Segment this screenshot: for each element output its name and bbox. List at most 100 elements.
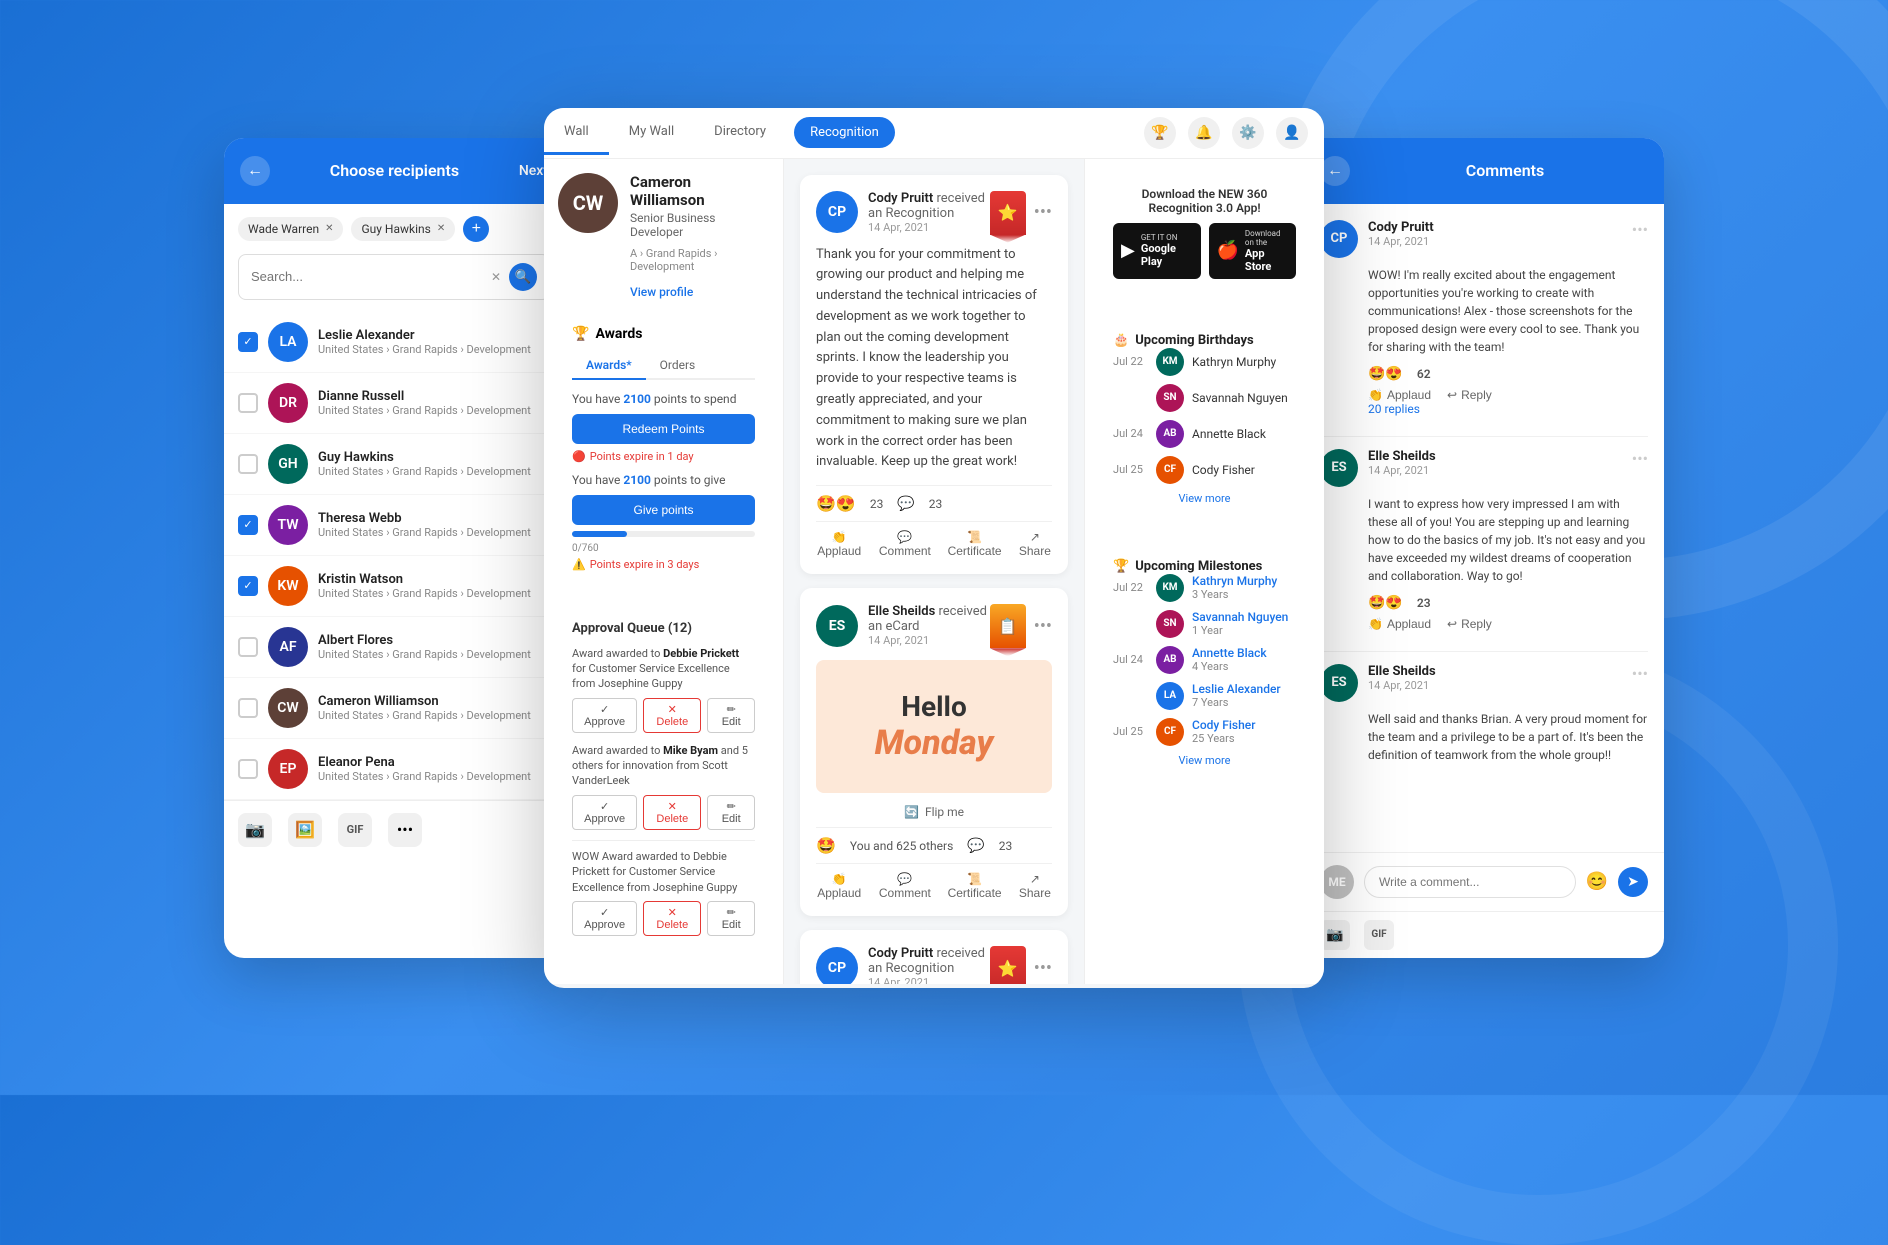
person-checkbox[interactable]: [238, 637, 258, 657]
right-sidebar-col: Download the NEW 360 Recognition 3.0 App…: [1084, 159, 1324, 984]
redeem-points-button[interactable]: Redeem Points: [572, 414, 755, 444]
edit-button-3[interactable]: ✏ Edit: [707, 901, 755, 936]
person-list: ✓ LA Leslie Alexander United States › Gr…: [224, 312, 564, 800]
person-checkbox[interactable]: [238, 393, 258, 413]
person-item[interactable]: DR Dianne Russell United States › Grand …: [224, 373, 564, 434]
image-icon[interactable]: 🖼️: [288, 813, 322, 847]
person-info: Theresa Webb United States › Grand Rapid…: [318, 511, 550, 539]
certificate-button-1[interactable]: 📜 Certificate: [947, 530, 1001, 558]
trophy-icon[interactable]: 🏆: [1144, 117, 1176, 149]
tab-wall[interactable]: Wall: [544, 108, 609, 158]
comment-gif-icon[interactable]: GIF: [1364, 920, 1394, 950]
person-avatar: LA: [268, 322, 308, 362]
person-item[interactable]: ✓ KW Kristin Watson United States › Gran…: [224, 556, 564, 617]
tag-wade-warren[interactable]: Wade Warren ✕: [238, 217, 343, 241]
person-item[interactable]: EP Eleanor Pena United States › Grand Ra…: [224, 739, 564, 800]
reaction-emoji-1[interactable]: 🤩😍: [816, 494, 856, 513]
comment-1-actions: 👏 Applaud ↩ Reply: [1320, 388, 1648, 402]
add-recipient-button[interactable]: +: [463, 216, 489, 242]
share-button-1[interactable]: ↗ Share: [1018, 530, 1052, 558]
tag-guy-hawkins[interactable]: Guy Hawkins ✕: [351, 217, 455, 241]
bell-icon[interactable]: 🔔: [1188, 117, 1220, 149]
person-checkbox[interactable]: ✓: [238, 576, 258, 596]
person-item[interactable]: CW Cameron Williamson United States › Gr…: [224, 678, 564, 739]
app-download-title: Download the NEW 360 Recognition 3.0 App…: [1113, 187, 1296, 215]
view-profile-link[interactable]: View profile: [630, 285, 693, 299]
comment-3-more[interactable]: •••: [1632, 664, 1648, 683]
comment-1-applaud[interactable]: 👏 Applaud: [1368, 388, 1431, 402]
person-checkbox[interactable]: ✓: [238, 515, 258, 535]
post-1-more[interactable]: •••: [1034, 202, 1052, 223]
comment-2-more[interactable]: •••: [1632, 449, 1648, 468]
app-store-button[interactable]: 🍎 Download on the App Store: [1209, 223, 1297, 279]
more-options-icon[interactable]: •••: [388, 813, 422, 847]
tag-remove-guy[interactable]: ✕: [437, 223, 445, 234]
comment-1-author: Cody Pruitt: [1368, 220, 1622, 235]
approval-item-1: Award awarded to Debbie Prickett for Cus…: [572, 646, 755, 733]
delete-button-3[interactable]: ✕ Delete: [643, 901, 701, 936]
share-button-2[interactable]: ↗ Share: [1018, 872, 1052, 900]
applaud-button-2[interactable]: 👏 Applaud: [816, 872, 862, 900]
approve-button-2[interactable]: ✓ Approve: [572, 795, 637, 830]
reaction-emoji-2[interactable]: 🤩: [816, 836, 836, 855]
tab-directory[interactable]: Directory: [694, 108, 786, 158]
emoji-picker-icon[interactable]: 😊: [1586, 871, 1608, 892]
comments-back-button[interactable]: ←: [1320, 156, 1350, 186]
comment-2-applaud[interactable]: 👏 Applaud: [1368, 617, 1431, 631]
comment-3-meta: Elle Sheilds 14 Apr, 2021: [1368, 664, 1622, 692]
awards-tab-awards[interactable]: Awards*: [572, 352, 646, 380]
tag-remove-wade[interactable]: ✕: [325, 223, 333, 234]
person-sub: United States › Grand Rapids › Developme…: [318, 404, 550, 417]
comment-1-more[interactable]: •••: [1632, 220, 1648, 239]
user-icon[interactable]: 👤: [1276, 117, 1308, 149]
settings-icon[interactable]: ⚙️: [1232, 117, 1264, 149]
approve-button-3[interactable]: ✓ Approve: [572, 901, 637, 936]
person-item[interactable]: ✓ TW Theresa Webb United States › Grand …: [224, 495, 564, 556]
comment-2-reply[interactable]: ↩ Reply: [1447, 617, 1492, 631]
camera-icon[interactable]: 📷: [238, 813, 272, 847]
clear-search-icon[interactable]: ✕: [491, 270, 501, 284]
comment-1-replies[interactable]: 20 replies: [1320, 402, 1648, 416]
flip-button[interactable]: 🔄 Flip me: [904, 805, 964, 819]
store-buttons: ▶ GET IT ON Google Play 🍎 Download on th…: [1113, 223, 1296, 279]
tab-recognition[interactable]: Recognition: [794, 117, 895, 148]
comment-input[interactable]: [1364, 866, 1576, 898]
search-button[interactable]: 🔍: [509, 263, 537, 291]
milestone-name: Leslie Alexander: [1192, 682, 1296, 696]
person-info: Kristin Watson United States › Grand Rap…: [318, 572, 550, 600]
edit-button-2[interactable]: ✏ Edit: [707, 795, 755, 830]
person-item[interactable]: GH Guy Hawkins United States › Grand Rap…: [224, 434, 564, 495]
certificate-button-2[interactable]: 📜 Certificate: [947, 872, 1001, 900]
approve-button-1[interactable]: ✓ Approve: [572, 698, 637, 733]
google-play-button[interactable]: ▶ GET IT ON Google Play: [1113, 223, 1201, 279]
person-avatar: AF: [268, 627, 308, 667]
awards-tab-orders[interactable]: Orders: [646, 352, 710, 380]
delete-button-1[interactable]: ✕ Delete: [643, 698, 701, 733]
birthdays-title: 🎂 Upcoming Birthdays: [1113, 333, 1296, 348]
comment-button-1[interactable]: 💬 Comment: [878, 530, 931, 558]
edit-button-1[interactable]: ✏ Edit: [707, 698, 755, 733]
person-checkbox[interactable]: [238, 759, 258, 779]
person-checkbox[interactable]: ✓: [238, 332, 258, 352]
give-points-button[interactable]: Give points: [572, 495, 755, 525]
delete-button-2[interactable]: ✕ Delete: [643, 795, 701, 830]
comment-1-reply[interactable]: ↩ Reply: [1447, 388, 1492, 402]
search-input[interactable]: [251, 269, 483, 284]
person-item[interactable]: ✓ LA Leslie Alexander United States › Gr…: [224, 312, 564, 373]
post-3-more[interactable]: •••: [1034, 958, 1052, 979]
spend-warn: 🔴 Points expire in 1 day: [572, 450, 755, 463]
birthdays-view-more[interactable]: View more: [1113, 492, 1296, 505]
comment-button-2[interactable]: 💬 Comment: [878, 872, 931, 900]
applaud-button-1[interactable]: 👏 Applaud: [816, 530, 862, 558]
back-button[interactable]: ←: [240, 156, 270, 186]
milestones-view-more[interactable]: View more: [1113, 754, 1296, 767]
gif-icon[interactable]: GIF: [338, 813, 372, 847]
person-item[interactable]: AF Albert Flores United States › Grand R…: [224, 617, 564, 678]
send-comment-button[interactable]: ➤: [1618, 867, 1648, 897]
person-checkbox[interactable]: [238, 454, 258, 474]
comment-camera-icon[interactable]: 📷: [1320, 920, 1350, 950]
person-checkbox[interactable]: [238, 698, 258, 718]
post-2-more[interactable]: •••: [1034, 616, 1052, 637]
tab-my-wall[interactable]: My Wall: [609, 108, 694, 158]
points-to-give: You have 2100 points to give: [572, 473, 755, 487]
